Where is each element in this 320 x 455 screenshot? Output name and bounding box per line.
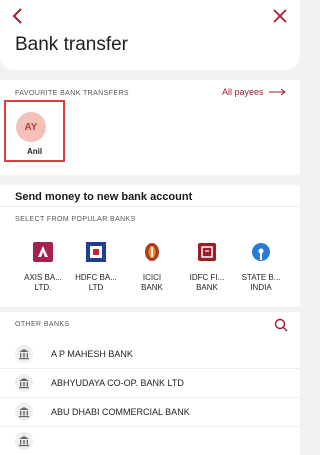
header: Bank transfer (0, 0, 300, 70)
back-button[interactable] (8, 6, 28, 26)
axis-bank-icon (33, 242, 53, 262)
favourite-transfers-section: FAVOURITE BANK TRANSFERS All payees AY A… (0, 80, 300, 175)
bank-label: ABHYUDAYA CO-OP. BANK LTD (51, 378, 184, 388)
bank-building-icon (15, 345, 33, 363)
list-item[interactable]: A P MAHESH BANK (0, 340, 300, 368)
other-banks-section: OTHER BANKS A P MAHESH BANK ABHYUDAYA CO… (0, 312, 300, 455)
bank-name: ICICI BANK (141, 273, 163, 292)
popular-bank-hdfc[interactable]: HDFC BA... LTD (66, 240, 126, 300)
close-button[interactable] (270, 6, 290, 26)
new-bank-account-section: Send money to new bank account SELECT FR… (0, 185, 300, 307)
bank-name: STATE B... INDIA (241, 273, 281, 292)
divider (0, 206, 300, 207)
search-button[interactable] (274, 318, 288, 332)
new-account-title: Send money to new bank account (15, 191, 193, 203)
popular-bank-icici[interactable]: ICICI BANK (122, 240, 182, 300)
popular-bank-axis[interactable]: AXIS BA... LTD. (13, 240, 73, 300)
hdfc-bank-icon (86, 242, 106, 262)
sbi-bank-icon (252, 243, 270, 261)
list-item[interactable]: ABU DHABI COMMERCIAL BANK (0, 398, 300, 426)
close-icon (273, 9, 287, 23)
list-item[interactable] (0, 427, 300, 455)
bank-name: AXIS BA... LTD. (24, 273, 62, 292)
idfc-bank-icon (198, 243, 216, 261)
chevron-left-icon (12, 8, 22, 24)
bank-label: A P MAHESH BANK (51, 349, 133, 359)
all-payees-link[interactable]: All payees (222, 87, 286, 97)
icici-bank-icon (145, 243, 159, 261)
bank-building-icon (15, 432, 33, 450)
search-icon (274, 318, 288, 332)
favourites-section-title: FAVOURITE BANK TRANSFERS (15, 90, 129, 97)
popular-bank-idfc[interactable]: IDFC FI... BANK (177, 240, 237, 300)
avatar: AY (16, 112, 46, 142)
bank-building-icon (15, 374, 33, 392)
bank-building-icon (15, 403, 33, 421)
arrow-right-icon (268, 88, 286, 96)
popular-banks-title: SELECT FROM POPULAR BANKS (15, 216, 136, 223)
payee-name: Anil (26, 147, 43, 156)
bank-label: ABU DHABI COMMERCIAL BANK (51, 407, 190, 417)
bank-name: HDFC BA... LTD (75, 273, 117, 292)
all-payees-label: All payees (222, 87, 264, 97)
list-item[interactable]: ABHYUDAYA CO-OP. BANK LTD (0, 369, 300, 397)
other-banks-title: OTHER BANKS (15, 321, 70, 328)
bank-name: IDFC FI... BANK (189, 273, 225, 292)
favourite-payee-card[interactable]: AY Anil (4, 100, 65, 162)
popular-bank-sbi[interactable]: STATE B... INDIA (231, 240, 291, 300)
page-title: Bank transfer (15, 34, 128, 55)
